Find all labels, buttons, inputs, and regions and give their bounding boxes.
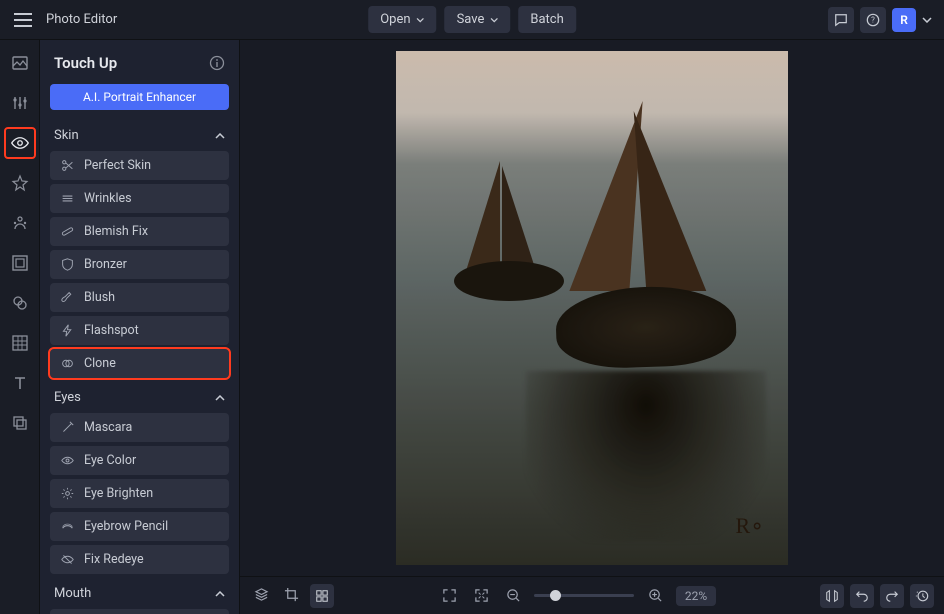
batch-button[interactable]: Batch (518, 6, 575, 33)
chevron-down-icon (490, 16, 498, 24)
wand-icon (60, 421, 74, 435)
info-icon[interactable] (209, 55, 225, 71)
tool-label: Blush (84, 290, 115, 305)
save-button[interactable]: Save (445, 6, 511, 33)
main: Touch Up A.I. Portrait Enhancer Skin Per… (0, 40, 944, 614)
canvas-viewport[interactable]: R∘ (240, 40, 944, 576)
chevron-down-icon[interactable] (922, 17, 932, 23)
tool-label: Eye Brighten (84, 486, 153, 501)
tool-lipstick[interactable]: Lipstick (50, 609, 229, 614)
ai-icon[interactable] (9, 212, 31, 234)
tool-eyebrow-pencil[interactable]: Eyebrow Pencil (50, 512, 229, 541)
chevron-down-icon (417, 16, 425, 24)
tool-label: Wrinkles (84, 191, 132, 206)
shield-icon (60, 258, 74, 272)
help-icon[interactable]: ? (860, 7, 886, 33)
zoom-value[interactable]: 22% (676, 586, 716, 606)
tool-perfect-skin[interactable]: Perfect Skin (50, 151, 229, 180)
menu-icon[interactable] (12, 9, 34, 31)
tool-eye-brighten[interactable]: Eye Brighten (50, 479, 229, 508)
zoom-slider[interactable] (534, 594, 634, 597)
zoom-slider-thumb[interactable] (550, 590, 561, 601)
save-label: Save (457, 12, 485, 27)
tool-eye-color[interactable]: Eye Color (50, 446, 229, 475)
eyebrow-icon (60, 520, 74, 534)
bottom-bar: 22% (240, 576, 944, 614)
avatar[interactable]: R (892, 8, 916, 32)
sparkle-icon (60, 487, 74, 501)
overlays-icon[interactable] (9, 292, 31, 314)
compare-icon[interactable] (820, 584, 844, 608)
redo-icon[interactable] (880, 584, 904, 608)
group-mouth-header[interactable]: Mouth (50, 578, 229, 609)
tool-flashspot[interactable]: Flashspot (50, 316, 229, 345)
tool-label: Fix Redeye (84, 552, 144, 567)
touchup-icon[interactable] (9, 132, 31, 154)
svg-text:?: ? (871, 15, 875, 24)
clone-icon (60, 357, 74, 371)
layers-icon[interactable] (250, 584, 272, 606)
open-label: Open (380, 12, 410, 27)
history-icon[interactable] (910, 584, 934, 608)
brush-icon (60, 291, 74, 305)
group-skin-label: Skin (54, 128, 79, 143)
effects-icon[interactable] (9, 172, 31, 194)
layers-icon[interactable] (9, 412, 31, 434)
group-eyes-label: Eyes (54, 390, 81, 405)
group-skin-header[interactable]: Skin (50, 120, 229, 151)
painting-image: R∘ (396, 51, 788, 565)
fit-screen-icon[interactable] (470, 585, 492, 607)
tool-mascara[interactable]: Mascara (50, 413, 229, 442)
group-mouth-label: Mouth (54, 586, 91, 601)
top-bar: Photo Editor Open Save Batch ? R (0, 0, 944, 40)
left-rail (0, 40, 40, 614)
frames-icon[interactable] (9, 252, 31, 274)
touchup-highlight (4, 127, 36, 159)
tool-label: Clone (84, 356, 116, 371)
text-icon[interactable] (9, 372, 31, 394)
lines-icon (60, 192, 74, 206)
grid-icon[interactable] (310, 584, 334, 608)
redeye-icon (60, 553, 74, 567)
tool-label: Bronzer (84, 257, 127, 272)
group-eyes-header[interactable]: Eyes (50, 382, 229, 413)
chevron-up-icon (215, 133, 225, 139)
touchup-panel: Touch Up A.I. Portrait Enhancer Skin Per… (40, 40, 240, 614)
image-manage-icon[interactable] (9, 52, 31, 74)
chevron-up-icon (215, 591, 225, 597)
tool-fix-redeye[interactable]: Fix Redeye (50, 545, 229, 574)
flash-icon (60, 324, 74, 338)
tool-label: Eye Color (84, 453, 136, 468)
bandage-icon (60, 225, 74, 239)
tool-blush[interactable]: Blush (50, 283, 229, 312)
eye-icon (60, 454, 74, 468)
adjust-icon[interactable] (9, 92, 31, 114)
tool-wrinkles[interactable]: Wrinkles (50, 184, 229, 213)
tool-label: Perfect Skin (84, 158, 151, 173)
scissors-icon (60, 159, 74, 173)
batch-label: Batch (530, 12, 563, 27)
fullscreen-icon[interactable] (438, 585, 460, 607)
tool-label: Mascara (84, 420, 132, 435)
chevron-up-icon (215, 395, 225, 401)
zoom-in-icon[interactable] (644, 585, 666, 607)
tool-bronzer[interactable]: Bronzer (50, 250, 229, 279)
tool-label: Flashspot (84, 323, 139, 338)
panel-title: Touch Up (54, 54, 117, 72)
app-title: Photo Editor (42, 12, 117, 27)
crop-icon[interactable] (280, 584, 302, 606)
tool-clone[interactable]: Clone (50, 349, 229, 378)
tool-label: Eyebrow Pencil (84, 519, 168, 534)
undo-icon[interactable] (850, 584, 874, 608)
open-button[interactable]: Open (368, 6, 436, 33)
comments-icon[interactable] (828, 7, 854, 33)
tool-blemish-fix[interactable]: Blemish Fix (50, 217, 229, 246)
canvas-area: R∘ 22% (240, 40, 944, 614)
zoom-out-icon[interactable] (502, 585, 524, 607)
textures-icon[interactable] (9, 332, 31, 354)
ai-enhancer-button[interactable]: A.I. Portrait Enhancer (50, 84, 229, 110)
tool-label: Blemish Fix (84, 224, 148, 239)
